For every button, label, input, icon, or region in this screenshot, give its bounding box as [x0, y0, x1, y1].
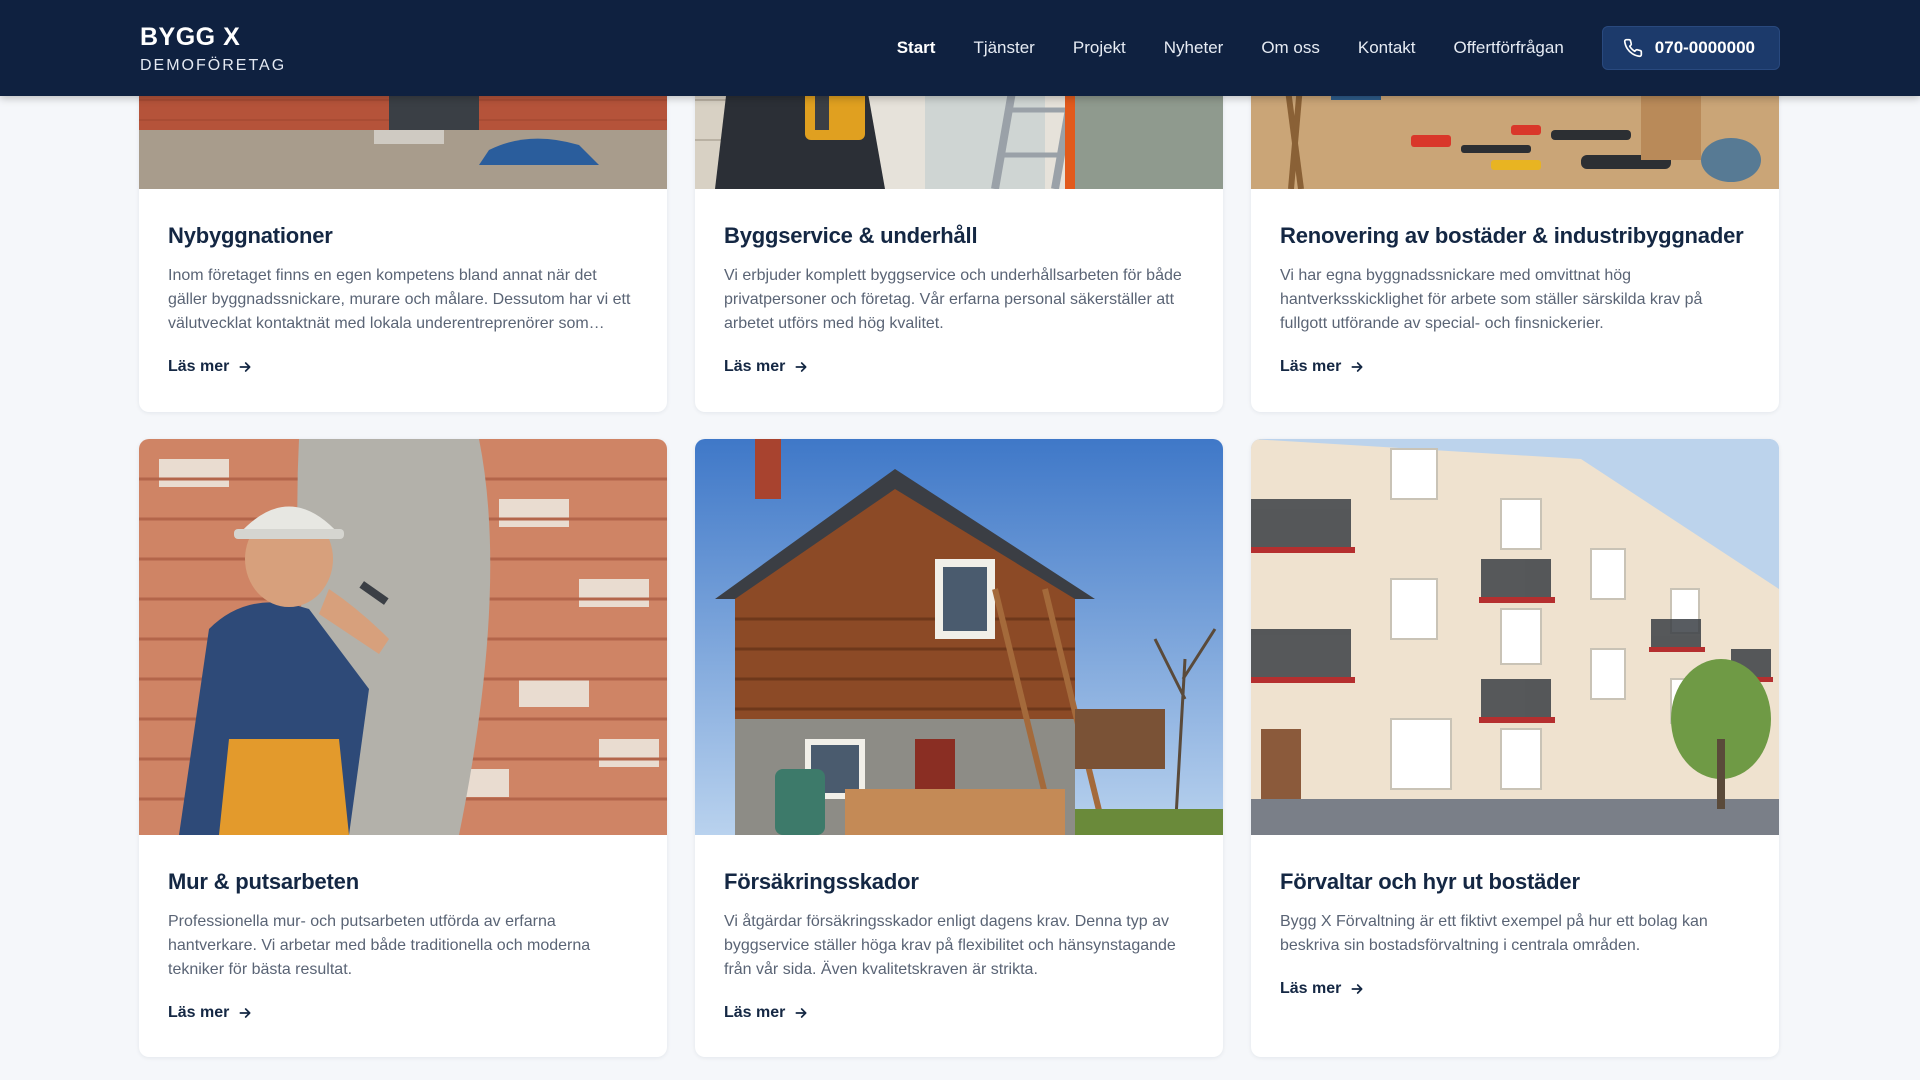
card-description: Vi har egna byggnadssnickare med omvittn… — [1280, 267, 1703, 332]
nav-item-tjanster[interactable]: Tjänster — [973, 26, 1034, 70]
card-description: Vi åtgärdar försäkringsskador enligt dag… — [724, 913, 1176, 978]
card-body: Mur & putsarbeten Professionella mur- oc… — [168, 868, 638, 1022]
read-more-label: Läs mer — [168, 358, 230, 375]
read-more-label: Läs mer — [724, 358, 786, 375]
nav-item-start[interactable]: Start — [897, 26, 936, 70]
card-title: Försäkringsskador — [724, 869, 919, 894]
card-title: Förvaltar och hyr ut bostäder — [1280, 869, 1580, 894]
arrow-right-icon — [795, 362, 807, 372]
read-more-link[interactable]: Läs mer — [168, 1004, 253, 1022]
phone-number: 070-0000000 — [1654, 38, 1755, 57]
apartment-building-image — [1251, 439, 1779, 835]
card-body: Nybyggnationer Inom företaget finns en e… — [168, 222, 638, 376]
wooden-house-renovation-image — [695, 439, 1223, 835]
card-description: Vi erbjuder komplett byggservice och und… — [724, 267, 1182, 332]
arrow-right-icon — [1351, 362, 1363, 372]
arrow-right-icon — [239, 1008, 251, 1018]
card-title: Nybyggnationer — [168, 223, 333, 248]
read-more-label: Läs mer — [1280, 358, 1342, 375]
read-more-label: Läs mer — [1280, 980, 1342, 997]
read-more-link[interactable]: Läs mer — [168, 358, 253, 376]
arrow-right-icon — [239, 362, 251, 372]
mason-plastering-wall-image — [139, 439, 667, 835]
nav-item-projekt[interactable]: Projekt — [1073, 26, 1126, 70]
service-card-forsakringsskador: Försäkringsskador Vi åtgärdar försäkring… — [695, 439, 1223, 1057]
service-card-mur-putsarbeten: Mur & putsarbeten Professionella mur- oc… — [139, 439, 667, 1057]
site-header: BYGG X DEMOFÖRETAG Start Tjänster Projek… — [0, 0, 1920, 96]
brand-name: BYGG X — [140, 23, 241, 51]
read-more-link[interactable]: Läs mer — [724, 358, 809, 376]
nav-item-nyheter[interactable]: Nyheter — [1164, 26, 1224, 70]
card-description: Inom företaget finns en egen kompetens b… — [168, 267, 631, 332]
read-more-link[interactable]: Läs mer — [1280, 980, 1365, 998]
card-title: Mur & putsarbeten — [168, 869, 359, 894]
read-more-label: Läs mer — [168, 1004, 230, 1021]
nav-item-om-oss[interactable]: Om oss — [1261, 26, 1320, 70]
read-more-label: Läs mer — [724, 1004, 786, 1021]
brand-logo[interactable]: BYGG X DEMOFÖRETAG — [140, 22, 286, 76]
phone-icon — [1623, 38, 1642, 58]
nav-item-kontakt[interactable]: Kontakt — [1358, 26, 1416, 70]
card-title: Byggservice & underhåll — [724, 223, 978, 248]
brand-subtitle: DEMOFÖRETAG — [140, 57, 287, 74]
nav-item-offertforfragan[interactable]: Offertförfrågan — [1454, 26, 1564, 70]
card-description: Professionella mur- och putsarbeten utfö… — [168, 913, 591, 978]
main-nav: Start Tjänster Projekt Nyheter Om oss Ko… — [897, 26, 1780, 70]
card-description: Bygg X Förvaltning är ett fiktivt exempe… — [1280, 913, 1708, 954]
card-body: Byggservice & underhåll Vi erbjuder komp… — [724, 222, 1194, 376]
read-more-link[interactable]: Läs mer — [1280, 358, 1365, 376]
arrow-right-icon — [1351, 984, 1363, 994]
card-title: Renovering av bostäder & industribyggnad… — [1280, 223, 1744, 248]
phone-button[interactable]: 070-0000000 — [1601, 26, 1780, 70]
arrow-right-icon — [795, 1008, 807, 1018]
service-card-forvaltning: Förvaltar och hyr ut bostäder Bygg X För… — [1251, 439, 1779, 1057]
card-body: Försäkringsskador Vi åtgärdar försäkring… — [724, 868, 1194, 1022]
card-body: Förvaltar och hyr ut bostäder Bygg X För… — [1280, 868, 1750, 998]
read-more-link[interactable]: Läs mer — [724, 1004, 809, 1022]
card-body: Renovering av bostäder & industribyggnad… — [1280, 222, 1750, 376]
